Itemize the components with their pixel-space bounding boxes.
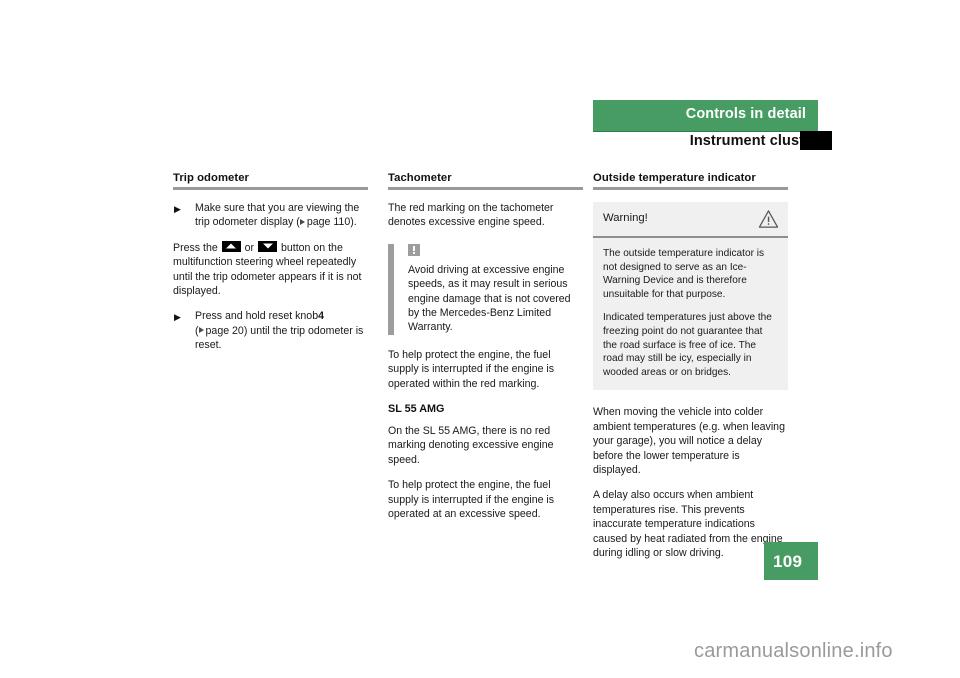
paragraph-prefix: Press the bbox=[173, 241, 218, 254]
page-number: 109 bbox=[773, 552, 803, 571]
bullet-marker-icon: ▶ bbox=[174, 312, 181, 323]
paragraph-amg-2: To help protect the engine, the fuel sup… bbox=[388, 479, 555, 521]
page-number-box: 109 bbox=[764, 542, 818, 580]
column-tachometer: Tachometer The red marking on the tachom… bbox=[388, 172, 583, 522]
note-left-bar bbox=[388, 243, 394, 335]
column-trip-odometer: Trip odometer ▶ Make sure that you are v… bbox=[173, 172, 368, 364]
section-subtitle: Instrument cluster bbox=[689, 133, 818, 149]
heading-outside-temperature: Outside temperature indicator bbox=[593, 172, 756, 184]
exclamation-square-icon bbox=[408, 243, 420, 256]
paragraph-conjunction: or bbox=[244, 241, 255, 254]
warning-label: Warning! bbox=[603, 212, 648, 224]
warning-triangle-icon bbox=[758, 210, 779, 228]
section-tab-marker bbox=[800, 131, 832, 150]
page-title: Controls in detail bbox=[685, 106, 806, 122]
down-triangle-button[interactable] bbox=[258, 240, 278, 252]
warning-box: Warning! The outside temperature indicat… bbox=[593, 202, 788, 391]
heading-rule bbox=[388, 187, 583, 190]
paragraph-colder-ambient: When moving the vehicle into colder ambi… bbox=[593, 406, 785, 476]
page-reference[interactable]: page 110). bbox=[299, 216, 357, 229]
heading-rule bbox=[173, 187, 368, 190]
warning-box-body: The outside temperature indicator is not… bbox=[593, 238, 788, 390]
warning-box-header: Warning! bbox=[593, 202, 788, 238]
paragraph-amg-1: On the SL 55 AMG, there is no red markin… bbox=[388, 425, 554, 466]
note-box: Avoid driving at excessive engine speeds… bbox=[388, 243, 583, 335]
list-item-text: Press and hold reset knob bbox=[195, 310, 319, 323]
page-reference-label: page 110). bbox=[306, 216, 357, 229]
header-divider-rule bbox=[593, 131, 818, 132]
paragraph-fuel-supply: To help protect the engine, the fuel sup… bbox=[388, 348, 555, 390]
note-text: Avoid driving at excessive engine speeds… bbox=[408, 263, 571, 334]
right-triangle-icon bbox=[299, 218, 305, 225]
page-reference[interactable]: (page 20) bbox=[195, 325, 247, 337]
up-triangle-button[interactable] bbox=[221, 240, 241, 252]
paragraph-delay-rise: A delay also occurs when ambient tempera… bbox=[593, 489, 783, 559]
manual-page: Controls in detail Instrument cluster Tr… bbox=[0, 0, 960, 678]
column-outside-temperature: Outside temperature indicator Warning! T… bbox=[593, 172, 788, 560]
heading-rule bbox=[593, 187, 788, 190]
warning-paragraph-2: Indicated temperatures just above the fr… bbox=[603, 312, 772, 378]
paragraph-press-button: Press the or button on the multifunction… bbox=[173, 240, 368, 299]
knob-number: 4 bbox=[318, 310, 324, 323]
subheading-sl55amg: SL 55 AMG bbox=[388, 403, 445, 416]
right-triangle-icon bbox=[198, 327, 204, 334]
watermark: carmanualsonline.info bbox=[694, 640, 893, 662]
warning-paragraph-1: The outside temperature indicator is not… bbox=[603, 248, 765, 300]
heading-tachometer: Tachometer bbox=[388, 172, 452, 184]
paragraph-tachometer-intro: The red marking on the tachometer denote… bbox=[388, 202, 554, 229]
heading-trip-odometer: Trip odometer bbox=[173, 172, 249, 184]
page-reference-label: page 20) bbox=[205, 324, 248, 337]
list-item: ▶ Press and hold reset knob4(page 20) un… bbox=[173, 309, 368, 352]
list-item: ▶ Make sure that you are viewing the tri… bbox=[173, 201, 368, 230]
header-green-band: Controls in detail bbox=[593, 100, 818, 131]
bullet-marker-icon: ▶ bbox=[174, 204, 181, 214]
